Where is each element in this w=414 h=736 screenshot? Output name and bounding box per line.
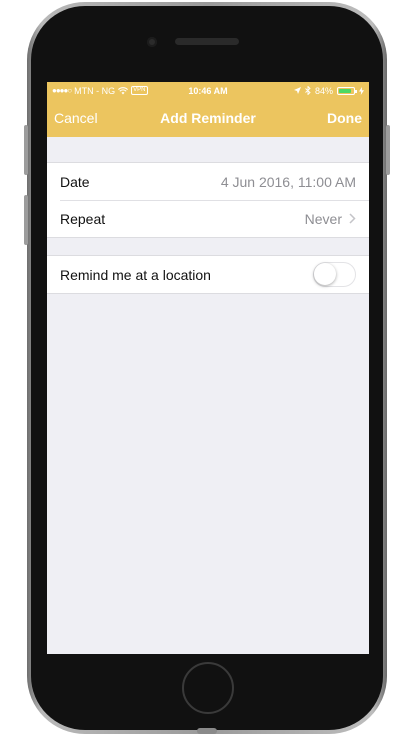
location-toggle[interactable]	[313, 262, 356, 287]
date-value: 4 Jun 2016, 11:00 AM	[220, 173, 356, 190]
bluetooth-icon	[305, 86, 311, 95]
home-button[interactable]	[182, 662, 234, 714]
battery-icon	[337, 86, 357, 95]
screen: ●●●●○ MTN - NG VPN 10:46 AM 84% Cancel A…	[47, 82, 369, 654]
status-bar: ●●●●○ MTN - NG VPN 10:46 AM 84%	[47, 82, 369, 99]
location-group: Remind me at a location	[47, 255, 369, 294]
charging-icon	[359, 86, 364, 95]
location-row: Remind me at a location	[47, 256, 369, 293]
repeat-row[interactable]: Repeat Never	[47, 200, 369, 237]
lightning-port	[197, 728, 217, 734]
done-button[interactable]: Done	[327, 110, 362, 126]
schedule-group: Date 4 Jun 2016, 11:00 AM Repeat Never	[47, 162, 369, 238]
location-label: Remind me at a location	[60, 266, 211, 283]
battery-percent: 84%	[314, 85, 333, 96]
date-label: Date	[60, 173, 90, 190]
cancel-button[interactable]: Cancel	[54, 110, 98, 126]
power-button	[386, 125, 390, 175]
earpiece-speaker	[175, 38, 239, 45]
toggle-knob	[314, 263, 336, 285]
location-arrow-icon	[293, 87, 301, 94]
volume-button	[24, 195, 28, 245]
repeat-label: Repeat	[60, 210, 106, 227]
date-row[interactable]: Date 4 Jun 2016, 11:00 AM	[47, 163, 369, 200]
battery-level	[339, 88, 351, 93]
front-camera	[147, 37, 157, 47]
navigation-bar: Cancel Add Reminder Done	[47, 99, 369, 137]
chevron-right-icon	[349, 213, 356, 224]
repeat-value: Never	[304, 210, 342, 227]
silent-switch	[24, 125, 28, 175]
